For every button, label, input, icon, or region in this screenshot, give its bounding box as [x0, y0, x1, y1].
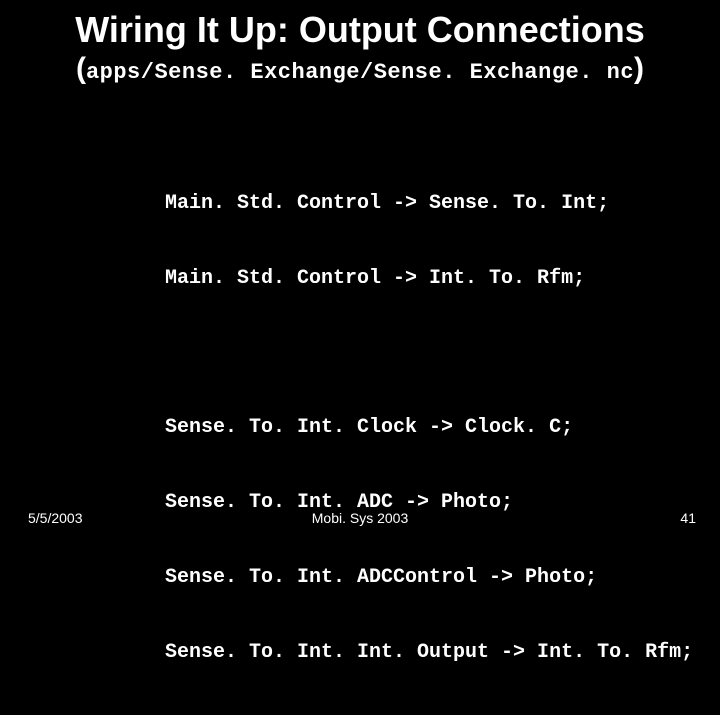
footer-venue: Mobi. Sys 2003 [312, 510, 409, 526]
footer-page: 41 [680, 510, 696, 526]
code-line: Sense. To. Int. Clock -> Clock. C; [165, 415, 720, 440]
subtitle-path: apps/Sense. Exchange/Sense. Exchange. nc [86, 60, 634, 85]
slide-title: Wiring It Up: Output Connections [0, 0, 720, 50]
code-line: Sense. To. Int. Int. Output -> Int. To. … [165, 640, 720, 665]
paren-close: ) [634, 52, 644, 85]
footer-date: 5/5/2003 [28, 510, 83, 526]
code-block: Main. Std. Control -> Sense. To. Int; Ma… [165, 141, 720, 715]
code-line: Main. Std. Control -> Sense. To. Int; [165, 191, 720, 216]
slide: Wiring It Up: Output Connections (apps/S… [0, 0, 720, 540]
paren-open: ( [76, 52, 86, 85]
code-gap [165, 341, 720, 365]
code-line: Sense. To. Int. ADC -> Photo; [165, 490, 720, 515]
code-line: Main. Std. Control -> Int. To. Rfm; [165, 266, 720, 291]
slide-subtitle: (apps/Sense. Exchange/Sense. Exchange. n… [0, 52, 720, 86]
code-line: Sense. To. Int. ADCControl -> Photo; [165, 565, 720, 590]
